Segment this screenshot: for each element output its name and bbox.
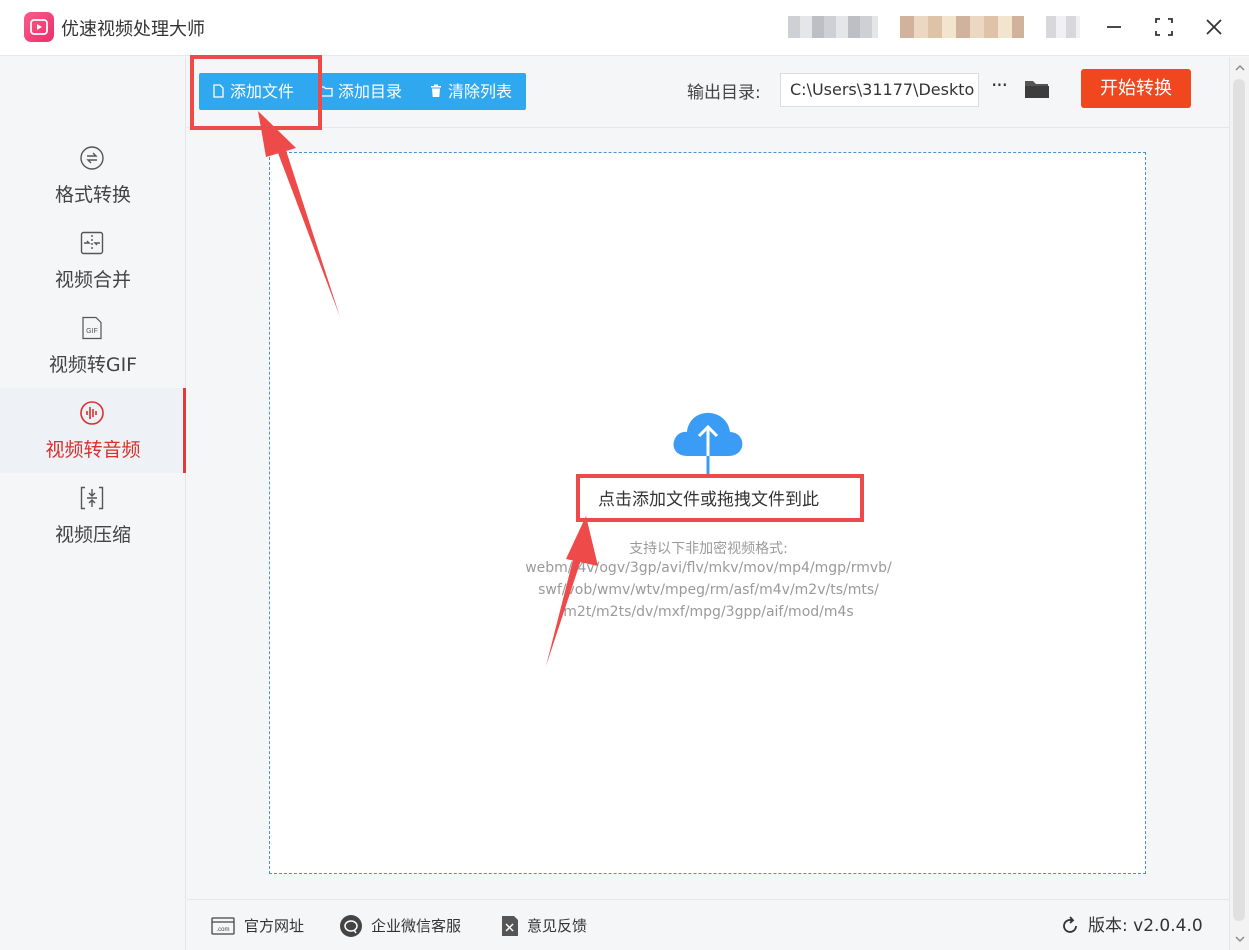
blurred-account-info (788, 16, 878, 38)
refresh-icon (1063, 916, 1077, 933)
svg-text:GIF: GIF (86, 328, 98, 335)
scroll-down-arrow-icon[interactable] (1234, 933, 1246, 945)
sidebar: 格式转换 视频合并 GIF 视频转GIF 视频转音频 视频压缩 (0, 57, 186, 950)
compress-icon (80, 486, 104, 510)
sidebar-item-label: 视频压缩 (54, 524, 131, 546)
annotation-highlight-box (190, 55, 322, 130)
clear-list-button[interactable]: 清除列表 (429, 73, 512, 110)
blurred-account-info (1046, 16, 1080, 38)
title-bar: 优速视频处理大师 (0, 0, 1249, 56)
gif-icon: GIF (80, 316, 104, 340)
start-convert-button[interactable]: 开始转换 (1081, 69, 1191, 108)
scrollbar-thumb[interactable] (1233, 79, 1245, 921)
fullscreen-button[interactable] (1149, 12, 1179, 42)
version-label: 版本: v2.0.4.0 (1088, 916, 1203, 936)
sidebar-item-gif[interactable]: GIF 视频转GIF (0, 303, 186, 388)
trash-icon (431, 84, 441, 97)
app-logo-icon (24, 12, 54, 42)
supported-formats-line: webm/f4v/ogv/3gp/avi/flv/mkv/mov/mp4/mgp… (525, 560, 892, 576)
sidebar-item-label: 视频转音频 (45, 439, 141, 461)
annotation-highlight-box (576, 474, 864, 522)
sidebar-item-format-convert[interactable]: 格式转换 (0, 133, 186, 218)
output-path-field[interactable]: C:\Users\31177\Deskto (780, 73, 979, 107)
add-folder-label: 添加目录 (338, 82, 403, 101)
folder-icon[interactable] (1023, 77, 1051, 101)
close-button[interactable] (1199, 12, 1229, 42)
supported-formats-line: m2t/m2ts/dv/mxf/mpg/3gpp/aif/mod/m4s (563, 604, 854, 620)
website-icon: .com (211, 917, 235, 935)
format-convert-icon (80, 146, 104, 170)
supported-formats-line: swf/vob/wmv/wtv/mpeg/rm/asf/m4v/m2v/ts/m… (538, 582, 879, 598)
sidebar-item-compress[interactable]: 视频压缩 (0, 473, 186, 558)
merge-icon (80, 231, 104, 255)
supported-formats-label: 支持以下非加密视频格式: (629, 541, 788, 557)
sidebar-item-label: 视频转GIF (48, 354, 138, 376)
audio-wave-icon (80, 401, 104, 425)
feedback-label: 意见反馈 (527, 917, 588, 935)
feedback-icon (502, 916, 518, 936)
sidebar-item-merge[interactable]: 视频合并 (0, 218, 186, 303)
app-title: 优速视频处理大师 (61, 19, 205, 40)
toolbar: 添加文件 添加目录 清除列表 输出目录: C:\Users\31177\Desk… (187, 57, 1229, 128)
scroll-up-arrow-icon[interactable] (1234, 62, 1246, 74)
output-dir-label: 输出目录: (687, 83, 761, 103)
app-window: 优速视频处理大师 格式转换 视频合并 GIF 视频转GIF 视频转音频 视频压缩… (0, 0, 1249, 950)
sidebar-item-label: 格式转换 (54, 184, 131, 206)
clear-list-label: 清除列表 (448, 82, 513, 101)
vertical-scrollbar[interactable] (1229, 57, 1249, 950)
sidebar-item-video-to-audio[interactable]: 视频转音频 (0, 388, 186, 473)
blurred-account-info (900, 16, 1024, 38)
svg-text:.com: .com (216, 927, 229, 933)
website-label: 官方网址 (244, 917, 305, 935)
wechat-label: 企业微信客服 (371, 917, 462, 935)
sidebar-item-label: 视频合并 (54, 269, 131, 291)
minimize-button[interactable] (1099, 12, 1129, 42)
footer: .com 官方网址 企业微信客服 意见反馈 版本: v2.0.4.0 (187, 899, 1229, 950)
wechat-icon (340, 915, 362, 937)
more-options-button[interactable]: ··· (987, 73, 1011, 103)
add-folder-button[interactable]: 添加目录 (319, 73, 402, 110)
cloud-upload-icon (673, 412, 743, 474)
